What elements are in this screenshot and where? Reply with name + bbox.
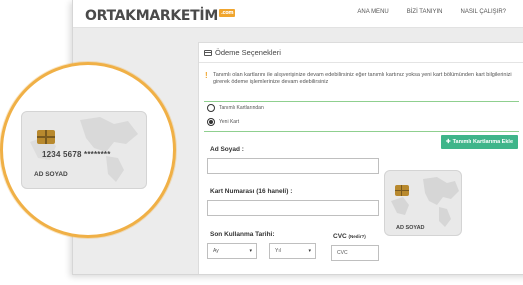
cvc-label: CVC (Nedir?) (333, 233, 366, 240)
caret-down-icon: ▾ (308, 248, 311, 254)
cvc-input[interactable]: CVC (331, 245, 379, 261)
name-input[interactable] (207, 158, 379, 174)
panel-title: Ödeme Seçenekleri (215, 48, 281, 57)
nav-item-how-it-works[interactable]: NASIL ÇALIŞIR? (461, 9, 506, 15)
radio-label: Tanımlı Kartlarından (219, 105, 264, 111)
info-message: Tanımlı olan kartlarını ile alışverişini… (213, 72, 512, 85)
cvc-label-text: CVC (333, 233, 347, 240)
warning-icon: ! (205, 71, 208, 80)
zoomed-card-preview: 1234 5678 ******** AD SOYAD (21, 111, 147, 189)
radio-button[interactable] (207, 104, 215, 112)
card-holder-name: AD SOYAD (396, 225, 425, 231)
year-value: Yıl (275, 248, 281, 254)
name-label: Ad Soyad : (210, 146, 244, 153)
cvc-help-link[interactable]: (Nedir?) (349, 234, 366, 239)
credit-card-icon (204, 49, 212, 56)
info-text: ! Tanımlı olan kartlarını ile alışverişi… (205, 72, 523, 86)
main-nav: ANA MENU BİZİ TANIYIN NASIL ÇALIŞIR? İ≡ (357, 9, 523, 15)
card-holder-name: AD SOYAD (34, 171, 68, 178)
zoom-magnifier: 1234 5678 ******** AD SOYAD (0, 62, 176, 238)
nav-item-about[interactable]: BİZİ TANIYIN (407, 9, 443, 15)
expiry-month-select[interactable]: Ay ▾ (207, 243, 257, 259)
section-divider (204, 131, 519, 132)
site-header: ORTAKMARKETİM .com ANA MENU BİZİ TANIYIN… (73, 0, 523, 28)
card-chip-icon (37, 130, 55, 144)
expiry-label: Son Kullanma Tarihi: (210, 231, 275, 238)
caret-down-icon: ▾ (249, 248, 252, 254)
radio-label: Yeni Kart (219, 119, 240, 125)
radio-new-card[interactable]: Yeni Kart (207, 118, 239, 126)
card-chip-icon (395, 185, 409, 196)
card-number-display: 1234 5678 ******** (42, 150, 111, 159)
radio-button-checked[interactable] (207, 118, 215, 126)
add-button-label: Tanımlı Kartlarıma Ekle (452, 139, 514, 145)
logo-text: ORTAKMARKETİM (85, 8, 218, 24)
plus-icon: ✚ (445, 139, 451, 145)
card-preview: AD SOYAD (384, 170, 462, 236)
section-divider (204, 101, 519, 102)
cvc-placeholder: CVC (337, 250, 348, 256)
add-to-saved-cards-button[interactable]: ✚ Tanımlı Kartlarıma Ekle (441, 135, 518, 149)
card-number-input[interactable] (207, 200, 379, 216)
nav-item-home[interactable]: ANA MENU (357, 9, 388, 15)
month-value: Ay (213, 248, 219, 254)
card-number-label: Kart Numarası (16 haneli) : (210, 188, 293, 195)
panel-header: Ödeme Seçenekleri (199, 43, 523, 63)
site-logo[interactable]: ORTAKMARKETİM .com (85, 4, 236, 24)
radio-saved-cards[interactable]: Tanımlı Kartlarından (207, 104, 264, 112)
logo-badge: .com (218, 9, 236, 17)
expiry-year-select[interactable]: Yıl ▾ (269, 243, 316, 259)
